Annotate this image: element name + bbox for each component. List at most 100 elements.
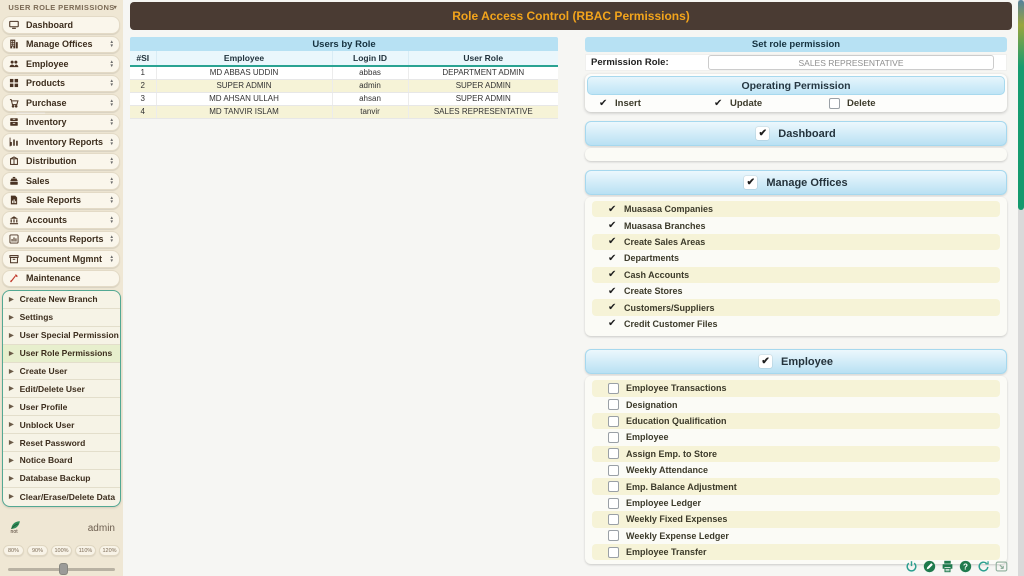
permission-item-muasasa-companies[interactable]: ✔Muasasa Companies (592, 201, 1000, 217)
sidebar-item-inventory-reports[interactable]: Inventory Reports▲▼ (2, 133, 120, 151)
permission-item-customers-suppliers[interactable]: ✔Customers/Suppliers (592, 299, 1000, 315)
table-row[interactable]: 4MD TANVIR ISLAMtanvirSALES REPRESENTATI… (130, 105, 558, 118)
submenu-item-settings[interactable]: ▶Settings (3, 309, 120, 327)
checked-checkbox-icon[interactable]: ✔ (714, 98, 730, 109)
unchecked-checkbox-icon[interactable] (608, 416, 619, 427)
expand-caret-icon[interactable]: ▲▼ (110, 157, 114, 165)
unchecked-checkbox-icon[interactable] (608, 465, 619, 476)
scrollbar-thumb[interactable] (1018, 0, 1024, 210)
zoom-90-button[interactable]: 90% (27, 545, 48, 556)
zoom-slider[interactable] (8, 563, 115, 575)
checked-checkbox-icon[interactable]: ✔ (608, 286, 624, 297)
unchecked-checkbox-icon[interactable] (608, 432, 619, 443)
checked-checkbox-icon[interactable]: ✔ (608, 318, 624, 329)
help-icon[interactable]: ? (959, 560, 972, 573)
checked-checkbox-icon[interactable]: ✔ (608, 302, 624, 313)
table-row[interactable]: 2SUPER ADMINadminSUPER ADMIN (130, 79, 558, 92)
permission-item-weekly-fixed-expenses[interactable]: Weekly Fixed Expenses (592, 511, 1000, 527)
submenu-item-unblock-user[interactable]: ▶Unblock User (3, 416, 120, 434)
sidebar-item-purchase[interactable]: Purchase▲▼ (2, 94, 120, 112)
expand-caret-icon[interactable]: ▲▼ (110, 138, 114, 146)
checked-checkbox-icon[interactable]: ✔ (744, 176, 757, 189)
unchecked-checkbox-icon[interactable] (608, 383, 619, 394)
checked-checkbox-icon[interactable]: ✔ (608, 253, 624, 264)
sidebar-item-dashboard[interactable]: Dashboard (2, 16, 120, 34)
zoom-80-button[interactable]: 80% (3, 545, 24, 556)
sidebar-item-manage-offices[interactable]: Manage Offices▲▼ (2, 36, 120, 54)
expand-caret-icon[interactable]: ▲▼ (110, 60, 114, 68)
unchecked-checkbox-icon[interactable] (608, 399, 619, 410)
table-row[interactable]: 1MD ABBAS UDDINabbasDEPARTMENT ADMIN (130, 66, 558, 79)
sidebar-item-employee[interactable]: Employee▲▼ (2, 55, 120, 73)
submenu-item-create-new-branch[interactable]: ▶Create New Branch (3, 291, 120, 309)
checked-checkbox-icon[interactable]: ✔ (599, 98, 615, 109)
sidebar-item-sale-reports[interactable]: Sale Reports▲▼ (2, 192, 120, 210)
submenu-item-notice-board[interactable]: ▶Notice Board (3, 452, 120, 470)
unchecked-checkbox-icon[interactable] (608, 514, 619, 525)
permission-role-select[interactable]: SALES REPRESENTATIVE (708, 55, 994, 70)
unchecked-checkbox-icon[interactable] (608, 481, 619, 492)
zoom-110-button[interactable]: 110% (75, 545, 96, 556)
submenu-item-user-special-permission[interactable]: ▶User Special Permission (3, 327, 120, 345)
sidebar-item-products[interactable]: Products▲▼ (2, 75, 120, 93)
unchecked-checkbox-icon[interactable] (608, 530, 619, 541)
checked-checkbox-icon[interactable]: ✔ (608, 220, 624, 231)
permission-item-employee-ledger[interactable]: Employee Ledger (592, 495, 1000, 511)
section-header-dashboard[interactable]: ✔Dashboard (585, 121, 1007, 146)
permission-item-education-qualification[interactable]: Education Qualification (592, 413, 1000, 429)
section-header-manage-offices[interactable]: ✔Manage Offices (585, 170, 1007, 195)
sidebar-item-accounts-reports[interactable]: Accounts Reports▲▼ (2, 231, 120, 249)
submenu-item-reset-password[interactable]: ▶Reset Password (3, 434, 120, 452)
expand-caret-icon[interactable]: ▲▼ (110, 255, 114, 263)
permission-item-emp-balance-adjustment[interactable]: Emp. Balance Adjustment (592, 478, 1000, 494)
section-header-employee[interactable]: ✔Employee (585, 349, 1007, 374)
expand-caret-icon[interactable]: ▲▼ (110, 40, 114, 48)
sidebar-item-inventory[interactable]: Inventory▲▼ (2, 114, 120, 132)
checked-checkbox-icon[interactable]: ✔ (608, 236, 624, 247)
permission-item-assign-emp-to-store[interactable]: Assign Emp. to Store (592, 446, 1000, 462)
sidebar-item-maintenance[interactable]: Maintenance (2, 270, 120, 288)
operating-option-update[interactable]: ✔Update (714, 98, 829, 109)
sidebar-item-accounts[interactable]: Accounts▲▼ (2, 211, 120, 229)
checked-checkbox-icon[interactable]: ✔ (608, 204, 624, 215)
scrollbar-track[interactable] (1018, 0, 1024, 576)
permission-item-cash-accounts[interactable]: ✔Cash Accounts (592, 267, 1000, 283)
sidebar-item-sales[interactable]: Sales▲▼ (2, 172, 120, 190)
refresh-icon[interactable] (977, 560, 990, 573)
expand-caret-icon[interactable]: ▲▼ (110, 118, 114, 126)
submenu-item-user-role-permissions[interactable]: ▶User Role Permissions (3, 345, 120, 363)
print-icon[interactable] (941, 560, 954, 573)
checked-checkbox-icon[interactable]: ✔ (759, 355, 772, 368)
expand-caret-icon[interactable]: ▲▼ (110, 177, 114, 185)
submenu-item-user-profile[interactable]: ▶User Profile (3, 398, 120, 416)
permission-item-weekly-expense-ledger[interactable]: Weekly Expense Ledger (592, 528, 1000, 544)
permission-item-credit-customer-files[interactable]: ✔Credit Customer Files (592, 316, 1000, 332)
expand-caret-icon[interactable]: ▲▼ (110, 216, 114, 224)
permission-item-designation[interactable]: Designation (592, 397, 1000, 413)
permission-item-employee[interactable]: Employee (592, 429, 1000, 445)
permission-item-create-stores[interactable]: ✔Create Stores (592, 283, 1000, 299)
permission-item-departments[interactable]: ✔Departments (592, 250, 1000, 266)
permission-item-muasasa-branches[interactable]: ✔Muasasa Branches (592, 217, 1000, 233)
zoom-slider-thumb[interactable] (59, 563, 68, 575)
unchecked-checkbox-icon[interactable] (829, 98, 840, 109)
submenu-item-clear-erase-delete-data[interactable]: ▶Clear/Erase/Delete Data (3, 488, 120, 506)
submenu-item-edit-delete-user[interactable]: ▶Edit/Delete User (3, 380, 120, 398)
unchecked-checkbox-icon[interactable] (608, 448, 619, 459)
sidebar-item-distribution[interactable]: Distribution▲▼ (2, 153, 120, 171)
submenu-item-database-backup[interactable]: ▶Database Backup (3, 470, 120, 488)
edit-icon[interactable] (923, 560, 936, 573)
zoom-120-button[interactable]: 120% (99, 545, 120, 556)
unchecked-checkbox-icon[interactable] (608, 498, 619, 509)
operating-option-insert[interactable]: ✔Insert (599, 98, 714, 109)
expand-caret-icon[interactable]: ▲▼ (110, 196, 114, 204)
expand-caret-icon[interactable]: ▲▼ (110, 79, 114, 87)
power-icon[interactable] (905, 560, 918, 573)
permission-item-employee-transactions[interactable]: Employee Transactions (592, 380, 1000, 396)
permission-item-create-sales-areas[interactable]: ✔Create Sales Areas (592, 234, 1000, 250)
operating-option-delete[interactable]: Delete (829, 98, 944, 109)
expand-caret-icon[interactable]: ▲▼ (110, 235, 114, 243)
zoom-100-button[interactable]: 100% (51, 545, 72, 556)
unchecked-checkbox-icon[interactable] (608, 547, 619, 558)
checked-checkbox-icon[interactable]: ✔ (756, 127, 769, 140)
